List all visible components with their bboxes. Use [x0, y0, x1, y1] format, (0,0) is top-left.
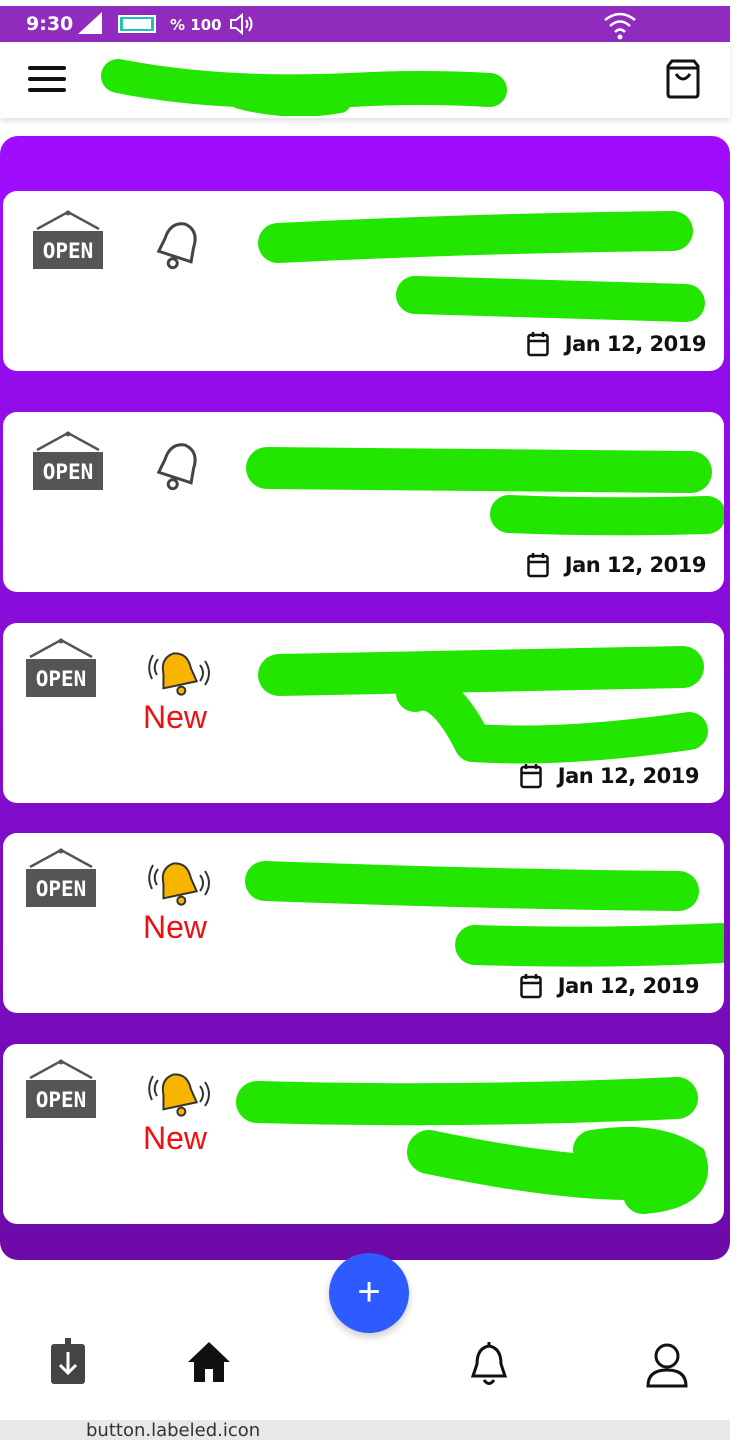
battery-icon	[118, 15, 156, 33]
redacted-content	[246, 447, 724, 536]
volume-icon	[230, 12, 253, 36]
add-button[interactable]: +	[329, 1253, 409, 1333]
footer-label: button.labeled.icon	[86, 1420, 261, 1440]
redacted-content	[258, 646, 708, 764]
notification-card[interactable]: OPEN New	[3, 1044, 724, 1224]
redacted-content	[245, 861, 724, 967]
notification-card[interactable]: OPEN Jan 12, 2019	[3, 191, 724, 371]
home-icon[interactable]	[186, 1340, 232, 1384]
notification-card[interactable]: OPEN Jan 12, 2019	[3, 412, 724, 592]
bell-icon[interactable]	[468, 1342, 510, 1388]
date-text: Jan 12, 2019	[564, 553, 707, 577]
notification-card[interactable]: OPEN New Jan 12, 2019	[3, 833, 724, 1013]
calendar-icon	[520, 764, 542, 789]
date-text: Jan 12, 2019	[564, 332, 707, 356]
calendar-icon	[527, 553, 549, 578]
status-time: 9:30	[26, 13, 74, 35]
card-date: Jan 12, 2019	[520, 973, 700, 999]
app-bar	[0, 42, 730, 118]
shopping-bag-icon[interactable]	[663, 58, 703, 100]
menu-icon[interactable]	[28, 64, 66, 94]
card-date: Jan 12, 2019	[527, 331, 707, 357]
wifi-icon	[604, 12, 636, 40]
card-date: Jan 12, 2019	[520, 763, 700, 789]
date-text: Jan 12, 2019	[557, 974, 700, 998]
redacted-title	[101, 59, 507, 116]
download-icon[interactable]	[50, 1338, 86, 1386]
notification-card[interactable]: OPEN New Jan 12, 2019	[3, 623, 724, 803]
date-text: Jan 12, 2019	[557, 764, 700, 788]
debug-footer: button.labeled.icon	[0, 1420, 730, 1440]
calendar-icon	[520, 974, 542, 999]
calendar-icon	[527, 332, 549, 357]
profile-icon[interactable]	[644, 1342, 690, 1388]
card-date: Jan 12, 2019	[527, 552, 707, 578]
redacted-content	[258, 211, 705, 322]
redacted-content	[236, 1077, 708, 1214]
signal-icon	[78, 12, 102, 34]
battery-percentage: % 100	[170, 16, 222, 34]
status-bar: 9:30 % 100	[0, 6, 730, 42]
notifications-panel: OPEN Jan 12, 2019 OPEN Jan 12, 2019 OPEN…	[0, 136, 730, 1260]
